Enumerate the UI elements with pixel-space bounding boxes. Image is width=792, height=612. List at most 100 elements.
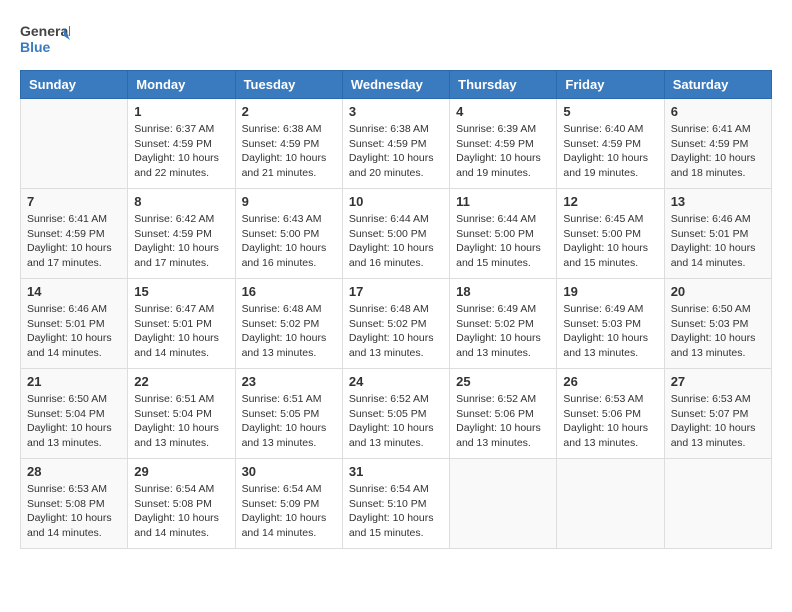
calendar-cell bbox=[664, 459, 771, 549]
day-number: 17 bbox=[349, 284, 443, 299]
calendar-cell: 15 Sunrise: 6:47 AMSunset: 5:01 PMDaylig… bbox=[128, 279, 235, 369]
col-header-wednesday: Wednesday bbox=[342, 71, 449, 99]
day-number: 22 bbox=[134, 374, 228, 389]
col-header-sunday: Sunday bbox=[21, 71, 128, 99]
calendar-week-row: 28 Sunrise: 6:53 AMSunset: 5:08 PMDaylig… bbox=[21, 459, 772, 549]
col-header-thursday: Thursday bbox=[450, 71, 557, 99]
day-info: Sunrise: 6:51 AMSunset: 5:05 PMDaylight:… bbox=[242, 392, 336, 451]
day-info: Sunrise: 6:46 AMSunset: 5:01 PMDaylight:… bbox=[27, 302, 121, 361]
day-info: Sunrise: 6:44 AMSunset: 5:00 PMDaylight:… bbox=[349, 212, 443, 271]
day-info: Sunrise: 6:41 AMSunset: 4:59 PMDaylight:… bbox=[27, 212, 121, 271]
day-info: Sunrise: 6:53 AMSunset: 5:07 PMDaylight:… bbox=[671, 392, 765, 451]
day-info: Sunrise: 6:54 AMSunset: 5:10 PMDaylight:… bbox=[349, 482, 443, 541]
calendar-cell: 25 Sunrise: 6:52 AMSunset: 5:06 PMDaylig… bbox=[450, 369, 557, 459]
day-number: 13 bbox=[671, 194, 765, 209]
calendar-header-row: SundayMondayTuesdayWednesdayThursdayFrid… bbox=[21, 71, 772, 99]
calendar-cell: 10 Sunrise: 6:44 AMSunset: 5:00 PMDaylig… bbox=[342, 189, 449, 279]
day-info: Sunrise: 6:49 AMSunset: 5:02 PMDaylight:… bbox=[456, 302, 550, 361]
calendar-cell: 12 Sunrise: 6:45 AMSunset: 5:00 PMDaylig… bbox=[557, 189, 664, 279]
day-info: Sunrise: 6:51 AMSunset: 5:04 PMDaylight:… bbox=[134, 392, 228, 451]
day-number: 26 bbox=[563, 374, 657, 389]
calendar-cell: 5 Sunrise: 6:40 AMSunset: 4:59 PMDayligh… bbox=[557, 99, 664, 189]
day-number: 4 bbox=[456, 104, 550, 119]
day-info: Sunrise: 6:52 AMSunset: 5:06 PMDaylight:… bbox=[456, 392, 550, 451]
calendar-week-row: 1 Sunrise: 6:37 AMSunset: 4:59 PMDayligh… bbox=[21, 99, 772, 189]
day-number: 8 bbox=[134, 194, 228, 209]
calendar-week-row: 7 Sunrise: 6:41 AMSunset: 4:59 PMDayligh… bbox=[21, 189, 772, 279]
day-info: Sunrise: 6:42 AMSunset: 4:59 PMDaylight:… bbox=[134, 212, 228, 271]
day-number: 2 bbox=[242, 104, 336, 119]
day-number: 19 bbox=[563, 284, 657, 299]
day-number: 24 bbox=[349, 374, 443, 389]
day-number: 6 bbox=[671, 104, 765, 119]
col-header-monday: Monday bbox=[128, 71, 235, 99]
day-number: 10 bbox=[349, 194, 443, 209]
calendar-cell: 31 Sunrise: 6:54 AMSunset: 5:10 PMDaylig… bbox=[342, 459, 449, 549]
col-header-tuesday: Tuesday bbox=[235, 71, 342, 99]
calendar-cell: 14 Sunrise: 6:46 AMSunset: 5:01 PMDaylig… bbox=[21, 279, 128, 369]
day-number: 15 bbox=[134, 284, 228, 299]
calendar-cell: 23 Sunrise: 6:51 AMSunset: 5:05 PMDaylig… bbox=[235, 369, 342, 459]
svg-text:General: General bbox=[20, 23, 70, 39]
logo-svg: General Blue bbox=[20, 20, 70, 60]
calendar-cell bbox=[557, 459, 664, 549]
day-info: Sunrise: 6:38 AMSunset: 4:59 PMDaylight:… bbox=[349, 122, 443, 181]
calendar-cell: 1 Sunrise: 6:37 AMSunset: 4:59 PMDayligh… bbox=[128, 99, 235, 189]
day-number: 31 bbox=[349, 464, 443, 479]
day-info: Sunrise: 6:39 AMSunset: 4:59 PMDaylight:… bbox=[456, 122, 550, 181]
calendar-cell: 3 Sunrise: 6:38 AMSunset: 4:59 PMDayligh… bbox=[342, 99, 449, 189]
calendar-cell: 18 Sunrise: 6:49 AMSunset: 5:02 PMDaylig… bbox=[450, 279, 557, 369]
day-info: Sunrise: 6:46 AMSunset: 5:01 PMDaylight:… bbox=[671, 212, 765, 271]
day-info: Sunrise: 6:44 AMSunset: 5:00 PMDaylight:… bbox=[456, 212, 550, 271]
day-info: Sunrise: 6:54 AMSunset: 5:09 PMDaylight:… bbox=[242, 482, 336, 541]
calendar-cell: 11 Sunrise: 6:44 AMSunset: 5:00 PMDaylig… bbox=[450, 189, 557, 279]
day-info: Sunrise: 6:50 AMSunset: 5:03 PMDaylight:… bbox=[671, 302, 765, 361]
calendar-cell: 7 Sunrise: 6:41 AMSunset: 4:59 PMDayligh… bbox=[21, 189, 128, 279]
day-info: Sunrise: 6:41 AMSunset: 4:59 PMDaylight:… bbox=[671, 122, 765, 181]
calendar-week-row: 14 Sunrise: 6:46 AMSunset: 5:01 PMDaylig… bbox=[21, 279, 772, 369]
col-header-friday: Friday bbox=[557, 71, 664, 99]
calendar-cell: 27 Sunrise: 6:53 AMSunset: 5:07 PMDaylig… bbox=[664, 369, 771, 459]
day-info: Sunrise: 6:52 AMSunset: 5:05 PMDaylight:… bbox=[349, 392, 443, 451]
day-number: 16 bbox=[242, 284, 336, 299]
calendar-cell: 21 Sunrise: 6:50 AMSunset: 5:04 PMDaylig… bbox=[21, 369, 128, 459]
calendar-cell: 2 Sunrise: 6:38 AMSunset: 4:59 PMDayligh… bbox=[235, 99, 342, 189]
day-info: Sunrise: 6:47 AMSunset: 5:01 PMDaylight:… bbox=[134, 302, 228, 361]
day-number: 30 bbox=[242, 464, 336, 479]
day-info: Sunrise: 6:37 AMSunset: 4:59 PMDaylight:… bbox=[134, 122, 228, 181]
day-info: Sunrise: 6:53 AMSunset: 5:08 PMDaylight:… bbox=[27, 482, 121, 541]
day-info: Sunrise: 6:38 AMSunset: 4:59 PMDaylight:… bbox=[242, 122, 336, 181]
day-info: Sunrise: 6:49 AMSunset: 5:03 PMDaylight:… bbox=[563, 302, 657, 361]
calendar-week-row: 21 Sunrise: 6:50 AMSunset: 5:04 PMDaylig… bbox=[21, 369, 772, 459]
day-number: 27 bbox=[671, 374, 765, 389]
day-number: 5 bbox=[563, 104, 657, 119]
day-info: Sunrise: 6:48 AMSunset: 5:02 PMDaylight:… bbox=[242, 302, 336, 361]
calendar-table: SundayMondayTuesdayWednesdayThursdayFrid… bbox=[20, 70, 772, 549]
day-info: Sunrise: 6:54 AMSunset: 5:08 PMDaylight:… bbox=[134, 482, 228, 541]
calendar-cell: 9 Sunrise: 6:43 AMSunset: 5:00 PMDayligh… bbox=[235, 189, 342, 279]
calendar-cell bbox=[450, 459, 557, 549]
logo: General Blue bbox=[20, 20, 70, 60]
day-number: 1 bbox=[134, 104, 228, 119]
day-number: 21 bbox=[27, 374, 121, 389]
calendar-cell: 22 Sunrise: 6:51 AMSunset: 5:04 PMDaylig… bbox=[128, 369, 235, 459]
day-number: 28 bbox=[27, 464, 121, 479]
day-number: 11 bbox=[456, 194, 550, 209]
calendar-cell: 19 Sunrise: 6:49 AMSunset: 5:03 PMDaylig… bbox=[557, 279, 664, 369]
day-number: 12 bbox=[563, 194, 657, 209]
day-number: 20 bbox=[671, 284, 765, 299]
calendar-cell: 4 Sunrise: 6:39 AMSunset: 4:59 PMDayligh… bbox=[450, 99, 557, 189]
page-header: General Blue bbox=[20, 20, 772, 60]
day-info: Sunrise: 6:43 AMSunset: 5:00 PMDaylight:… bbox=[242, 212, 336, 271]
day-number: 14 bbox=[27, 284, 121, 299]
svg-text:Blue: Blue bbox=[20, 39, 51, 55]
day-info: Sunrise: 6:53 AMSunset: 5:06 PMDaylight:… bbox=[563, 392, 657, 451]
calendar-cell: 24 Sunrise: 6:52 AMSunset: 5:05 PMDaylig… bbox=[342, 369, 449, 459]
calendar-cell: 13 Sunrise: 6:46 AMSunset: 5:01 PMDaylig… bbox=[664, 189, 771, 279]
calendar-cell: 26 Sunrise: 6:53 AMSunset: 5:06 PMDaylig… bbox=[557, 369, 664, 459]
calendar-cell bbox=[21, 99, 128, 189]
calendar-cell: 16 Sunrise: 6:48 AMSunset: 5:02 PMDaylig… bbox=[235, 279, 342, 369]
day-number: 25 bbox=[456, 374, 550, 389]
day-number: 3 bbox=[349, 104, 443, 119]
day-info: Sunrise: 6:50 AMSunset: 5:04 PMDaylight:… bbox=[27, 392, 121, 451]
